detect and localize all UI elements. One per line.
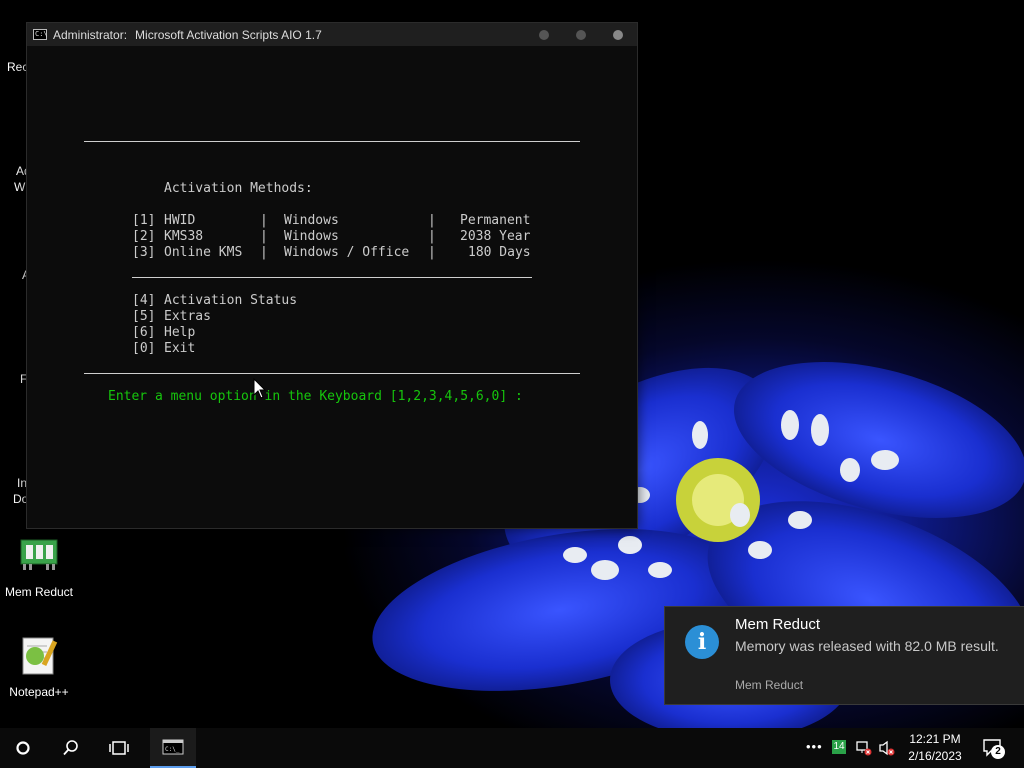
desktop-icon-mem-reduct[interactable]: Mem Reduct <box>0 534 79 599</box>
method-target: Windows <box>284 213 339 228</box>
method-target: Windows / Office <box>284 245 410 260</box>
desktop-icon-label: Mem Reduct <box>4 585 74 599</box>
divider <box>84 141 580 142</box>
mem-reduct-tray-icon[interactable]: 14 <box>832 740 846 754</box>
option-label: Activation Status <box>164 293 298 308</box>
info-icon: i <box>685 625 719 659</box>
task-view-icon <box>109 741 129 755</box>
desktop-icon-label: Notepad++ <box>9 685 69 699</box>
minimize-button[interactable] <box>539 29 549 40</box>
notification-source: Mem Reduct <box>735 678 804 692</box>
maximize-button[interactable] <box>576 29 586 40</box>
method-separator: | <box>260 245 268 260</box>
window-title-prefix: Administrator: <box>53 27 128 42</box>
method-separator: | <box>428 229 436 244</box>
notification-toast[interactable]: i Mem Reduct Memory was released with 82… <box>664 606 1024 705</box>
clock-date: 2/16/2023 <box>908 749 962 763</box>
search-button[interactable] <box>48 728 94 768</box>
mouse-cursor-icon <box>253 378 267 399</box>
menu-prompt[interactable]: Enter a menu option in the Keyboard [1,2… <box>108 389 523 405</box>
taskbar: C:\_ ••• 14 12:21 PM 2/16/2023 2 <box>0 728 1024 768</box>
method-key: [2] <box>132 229 156 244</box>
divider <box>132 277 532 278</box>
desktop-icon-notepad-plus-plus[interactable]: Notepad++ <box>0 634 79 699</box>
option-key: [6] <box>132 325 156 340</box>
notification-count-badge: 2 <box>991 745 1005 759</box>
option-key: [5] <box>132 309 156 324</box>
console-app-icon: C:\ <box>33 29 48 40</box>
memory-chip-icon <box>20 539 58 570</box>
divider <box>84 373 580 374</box>
console-window[interactable]: C:\ Administrator: Microsoft Activation … <box>26 22 638 529</box>
option-label: Extras <box>164 309 211 324</box>
method-name: Online KMS <box>164 245 243 260</box>
notification-body: Memory was released with 82.0 MB result. <box>735 638 999 654</box>
close-button[interactable] <box>613 29 623 40</box>
option-label: Help <box>164 325 196 340</box>
clock[interactable]: 12:21 PM 2/16/2023 <box>903 731 967 765</box>
console-icon: C:\_ <box>162 739 184 755</box>
notification-title: Mem Reduct <box>735 616 821 633</box>
option-key: [0] <box>132 341 156 356</box>
method-name: HWID <box>164 213 196 228</box>
clock-time: 12:21 PM <box>909 732 961 746</box>
window-titlebar[interactable]: C:\ Administrator: Microsoft Activation … <box>27 23 637 46</box>
volume-muted-icon[interactable] <box>878 740 896 756</box>
taskbar-item-console[interactable]: C:\_ <box>150 728 196 768</box>
network-icon[interactable] <box>856 740 872 756</box>
method-separator: | <box>260 229 268 244</box>
method-name: KMS38 <box>164 229 204 244</box>
window-title: Microsoft Activation Scripts AIO 1.7 <box>135 27 322 42</box>
start-button[interactable] <box>0 728 46 768</box>
method-key: [1] <box>132 213 156 228</box>
notepad-plus-plus-icon <box>22 637 58 675</box>
desktop-icon-label-partial[interactable]: W <box>14 180 25 194</box>
method-target: Windows <box>284 229 339 244</box>
method-separator: | <box>260 213 268 228</box>
method-term: 180 Days <box>468 245 531 260</box>
task-view-button[interactable] <box>96 728 142 768</box>
start-circle-icon <box>16 741 30 755</box>
option-key: [4] <box>132 293 156 308</box>
option-label: Exit <box>164 341 196 356</box>
method-separator: | <box>428 213 436 228</box>
svg-text:C:\_: C:\_ <box>165 746 180 753</box>
method-separator: | <box>428 245 436 260</box>
method-term: Permanent <box>460 213 531 228</box>
method-key: [3] <box>132 245 156 260</box>
method-term: 2038 Year <box>460 229 531 244</box>
show-hidden-icons-button[interactable]: ••• <box>806 739 823 754</box>
menu-heading: Activation Methods: <box>164 181 313 196</box>
search-icon <box>63 740 78 756</box>
action-center-button[interactable]: 2 <box>982 738 1006 760</box>
